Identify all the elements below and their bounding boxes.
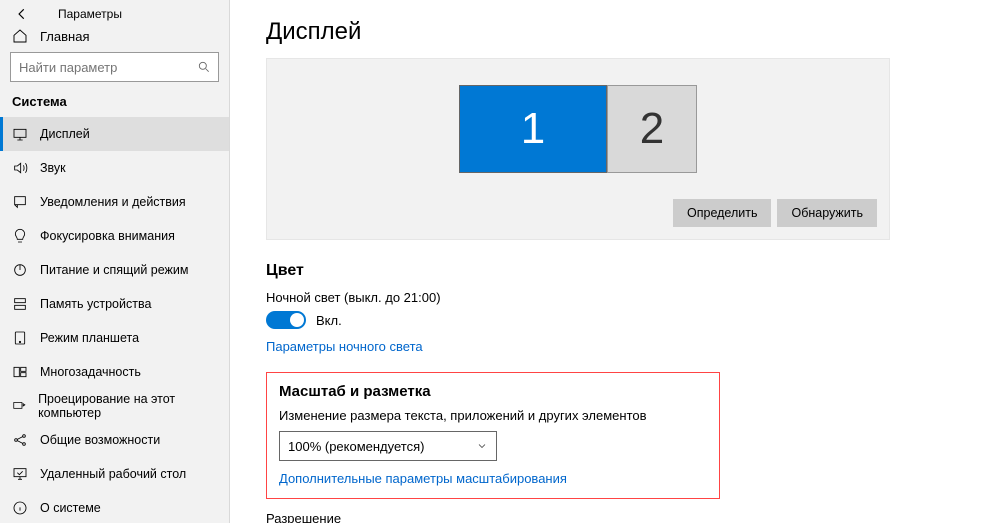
focus-icon — [12, 228, 28, 244]
sidebar-item-label: Питание и спящий режим — [40, 263, 188, 277]
sidebar: Параметры Главная Система Дисплей Звук — [0, 0, 230, 523]
sidebar-item-about[interactable]: О системе — [0, 491, 229, 525]
page-title: Дисплей — [266, 18, 940, 46]
color-section: Цвет Ночной свет (выкл. до 21:00) Вкл. П… — [266, 262, 940, 354]
sidebar-item-storage[interactable]: Память устройства — [0, 287, 229, 321]
sidebar-item-label: Фокусировка внимания — [40, 229, 175, 243]
sidebar-header: Параметры — [0, 0, 229, 28]
sidebar-item-label: Общие возможности — [40, 433, 160, 447]
sidebar-item-label: Режим планшета — [40, 331, 139, 345]
scale-heading: Масштаб и разметка — [279, 383, 707, 400]
search-container — [0, 44, 229, 90]
color-heading: Цвет — [266, 262, 940, 280]
chevron-down-icon — [476, 440, 488, 452]
sidebar-item-label: Дисплей — [40, 127, 90, 141]
sidebar-item-power[interactable]: Питание и спящий режим — [0, 253, 229, 287]
sidebar-item-shared[interactable]: Общие возможности — [0, 423, 229, 457]
sidebar-section-title: Система — [0, 90, 229, 117]
app-title: Параметры — [58, 7, 122, 21]
sidebar-item-multitasking[interactable]: Многозадачность — [0, 355, 229, 389]
sidebar-item-label: Уведомления и действия — [40, 195, 186, 209]
toggle-state-label: Вкл. — [316, 313, 342, 328]
sidebar-item-label: О системе — [40, 501, 101, 515]
scale-section-highlighted: Масштаб и разметка Изменение размера тек… — [266, 372, 720, 499]
remote-icon — [12, 466, 28, 482]
detect-button[interactable]: Обнаружить — [777, 199, 877, 227]
back-button[interactable] — [8, 0, 36, 28]
resolution-section: Разрешение 1920 × 1080 (рекомендуется) — [266, 511, 940, 523]
sidebar-item-sound[interactable]: Звук — [0, 151, 229, 185]
sound-icon — [12, 160, 28, 176]
shared-icon — [12, 432, 28, 448]
multitasking-icon — [12, 364, 28, 380]
tablet-icon — [12, 330, 28, 346]
display-arrangement: 1 2 Определить Обнаружить — [266, 58, 890, 240]
search-input[interactable] — [10, 52, 219, 82]
sidebar-item-label: Звук — [40, 161, 66, 175]
scale-select[interactable]: 100% (рекомендуется) — [279, 431, 497, 461]
sidebar-item-label: Главная — [40, 29, 89, 44]
night-light-toggle-row: Вкл. — [266, 311, 940, 329]
sidebar-item-label: Удаленный рабочий стол — [40, 467, 186, 481]
projecting-icon — [12, 398, 26, 414]
display-icon — [12, 126, 28, 142]
sidebar-item-label: Многозадачность — [40, 365, 141, 379]
info-icon — [12, 500, 28, 516]
sidebar-item-home[interactable]: Главная — [0, 28, 229, 44]
home-icon — [12, 28, 28, 44]
night-light-settings-link[interactable]: Параметры ночного света — [266, 339, 423, 354]
sidebar-nav: Дисплей Звук Уведомления и действия Фоку… — [0, 117, 229, 525]
advanced-scaling-link[interactable]: Дополнительные параметры масштабирования — [279, 471, 567, 486]
monitor-1[interactable]: 1 — [459, 85, 607, 173]
sidebar-item-display[interactable]: Дисплей — [0, 117, 229, 151]
night-light-label: Ночной свет (выкл. до 21:00) — [266, 290, 940, 305]
sidebar-item-notifications[interactable]: Уведомления и действия — [0, 185, 229, 219]
sidebar-item-label: Проецирование на этот компьютер — [38, 392, 217, 420]
power-icon — [12, 262, 28, 278]
scale-value: 100% (рекомендуется) — [288, 439, 424, 454]
monitors-area[interactable]: 1 2 — [275, 67, 881, 191]
monitor-2[interactable]: 2 — [607, 85, 697, 173]
arrow-left-icon — [15, 7, 29, 21]
sidebar-item-label: Память устройства — [40, 297, 151, 311]
notifications-icon — [12, 194, 28, 210]
identify-button[interactable]: Определить — [673, 199, 771, 227]
sidebar-item-focus[interactable]: Фокусировка внимания — [0, 219, 229, 253]
sidebar-item-tablet[interactable]: Режим планшета — [0, 321, 229, 355]
storage-icon — [12, 296, 28, 312]
sidebar-item-remote[interactable]: Удаленный рабочий стол — [0, 457, 229, 491]
resolution-label: Разрешение — [266, 511, 940, 523]
sidebar-item-projecting[interactable]: Проецирование на этот компьютер — [0, 389, 229, 423]
main-content: Дисплей 1 2 Определить Обнаружить Цвет Н… — [230, 0, 1000, 523]
resize-label: Изменение размера текста, приложений и д… — [279, 408, 707, 423]
display-buttons: Определить Обнаружить — [275, 191, 881, 231]
night-light-toggle[interactable] — [266, 311, 306, 329]
